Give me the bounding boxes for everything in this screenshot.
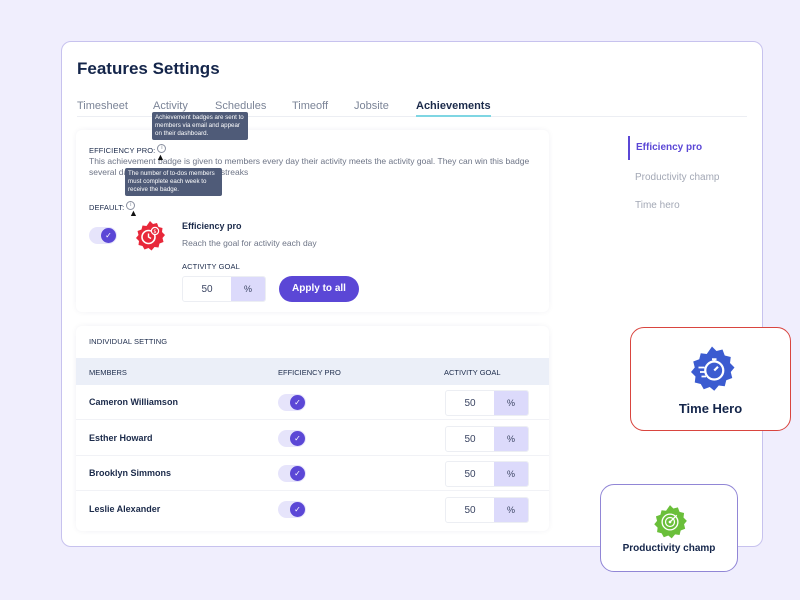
check-icon: ✓ bbox=[101, 228, 116, 243]
badge-name: Efficiency pro bbox=[182, 221, 242, 231]
activity-goal-value[interactable]: 50 bbox=[446, 498, 494, 522]
column-efficiency-pro: EFFICIENCY PRO bbox=[278, 368, 341, 377]
side-nav-efficiency-pro[interactable]: Efficiency pro bbox=[628, 136, 702, 160]
activity-goal-unit: % bbox=[494, 427, 528, 451]
svg-text:$: $ bbox=[153, 229, 156, 235]
activity-goal-unit: % bbox=[494, 498, 528, 522]
member-name: Brooklyn Simmons bbox=[89, 468, 172, 478]
column-activity-goal: ACTIVITY GOAL bbox=[444, 368, 501, 377]
member-name: Leslie Alexander bbox=[89, 504, 161, 514]
badge-description: Reach the goal for activity each day bbox=[182, 238, 317, 248]
activity-goal-input[interactable]: 50 % bbox=[445, 461, 529, 487]
individual-setting-card: INDIVIDUAL SETTING MEMBERS EFFICIENCY PR… bbox=[76, 326, 549, 531]
tab-timesheet[interactable]: Timesheet bbox=[77, 100, 128, 117]
side-nav-time-hero[interactable]: Time hero bbox=[628, 200, 680, 211]
column-members: MEMBERS bbox=[89, 368, 127, 377]
side-nav-productivity-champ[interactable]: Productivity champ bbox=[628, 172, 719, 183]
stopwatch-dollar-badge-icon: $ bbox=[134, 220, 166, 252]
table-row: Leslie Alexander ✓ 50 % bbox=[76, 492, 549, 527]
tooltip-default-info: The number of to-dos members must comple… bbox=[125, 168, 222, 196]
tooltip-achievement-info: Achievement badges are sent to members v… bbox=[152, 112, 248, 140]
activity-goal-input[interactable]: 50 % bbox=[182, 276, 266, 302]
member-name: Esther Howard bbox=[89, 433, 153, 443]
table-row: Brooklyn Simmons ✓ 50 % bbox=[76, 456, 549, 491]
activity-goal-input[interactable]: 50 % bbox=[445, 426, 529, 452]
check-icon: ✓ bbox=[290, 502, 305, 517]
efficiency-pro-toggle[interactable]: ✓ bbox=[278, 501, 306, 518]
activity-goal-value[interactable]: 50 bbox=[446, 462, 494, 486]
check-icon: ✓ bbox=[290, 395, 305, 410]
table-row: Esther Howard ✓ 50 % bbox=[76, 421, 549, 456]
activity-goal-value[interactable]: 50 bbox=[446, 391, 494, 415]
time-hero-title: Time Hero bbox=[678, 401, 743, 416]
productivity-champ-badge-card: Productivity champ bbox=[600, 484, 738, 572]
activity-goal-input[interactable]: 50 % bbox=[445, 390, 529, 416]
default-label: DEFAULT: bbox=[89, 203, 125, 212]
activity-goal-unit: % bbox=[494, 391, 528, 415]
activity-goal-unit: % bbox=[494, 462, 528, 486]
efficiency-pro-toggle[interactable]: ✓ bbox=[278, 465, 306, 482]
table-header: MEMBERS EFFICIENCY PRO ACTIVITY GOAL bbox=[76, 358, 549, 385]
page-title: Features Settings bbox=[77, 59, 220, 78]
efficiency-pro-toggle[interactable]: ✓ bbox=[278, 430, 306, 447]
table-row: Cameron Williamson ✓ 50 % bbox=[76, 385, 549, 420]
apply-to-all-button[interactable]: Apply to all bbox=[279, 276, 359, 302]
activity-goal-value[interactable]: 50 bbox=[446, 427, 494, 451]
features-settings-window: Features Settings Timesheet Activity Sch… bbox=[61, 41, 763, 547]
member-name: Cameron Williamson bbox=[89, 397, 178, 407]
check-icon: ✓ bbox=[290, 466, 305, 481]
tab-timeoff[interactable]: Timeoff bbox=[292, 100, 328, 117]
individual-setting-label: INDIVIDUAL SETTING bbox=[89, 337, 168, 346]
activity-goal-value[interactable]: 50 bbox=[183, 277, 231, 301]
activity-goal-label: ACTIVITY GOAL bbox=[182, 262, 240, 271]
tab-jobsite[interactable]: Jobsite bbox=[354, 100, 389, 117]
efficiency-pro-default-toggle[interactable]: ✓ bbox=[89, 227, 117, 244]
efficiency-pro-label: EFFICIENCY PRO: bbox=[89, 146, 156, 155]
activity-goal-input[interactable]: 50 % bbox=[445, 497, 529, 523]
target-badge-icon bbox=[652, 504, 688, 540]
cursor-icon: ▲ bbox=[156, 152, 165, 162]
efficiency-pro-toggle[interactable]: ✓ bbox=[278, 394, 306, 411]
activity-goal-unit: % bbox=[231, 277, 265, 301]
efficiency-pro-card: EFFICIENCY PRO: i Achievement badges are … bbox=[76, 112, 549, 312]
cursor-icon: ▲ bbox=[129, 208, 138, 218]
check-icon: ✓ bbox=[290, 431, 305, 446]
stopwatch-speed-badge-icon bbox=[688, 345, 736, 393]
productivity-champ-title: Productivity champ bbox=[622, 543, 716, 554]
time-hero-badge-card: Time Hero bbox=[630, 327, 791, 431]
tab-achievements[interactable]: Achievements bbox=[416, 100, 491, 117]
